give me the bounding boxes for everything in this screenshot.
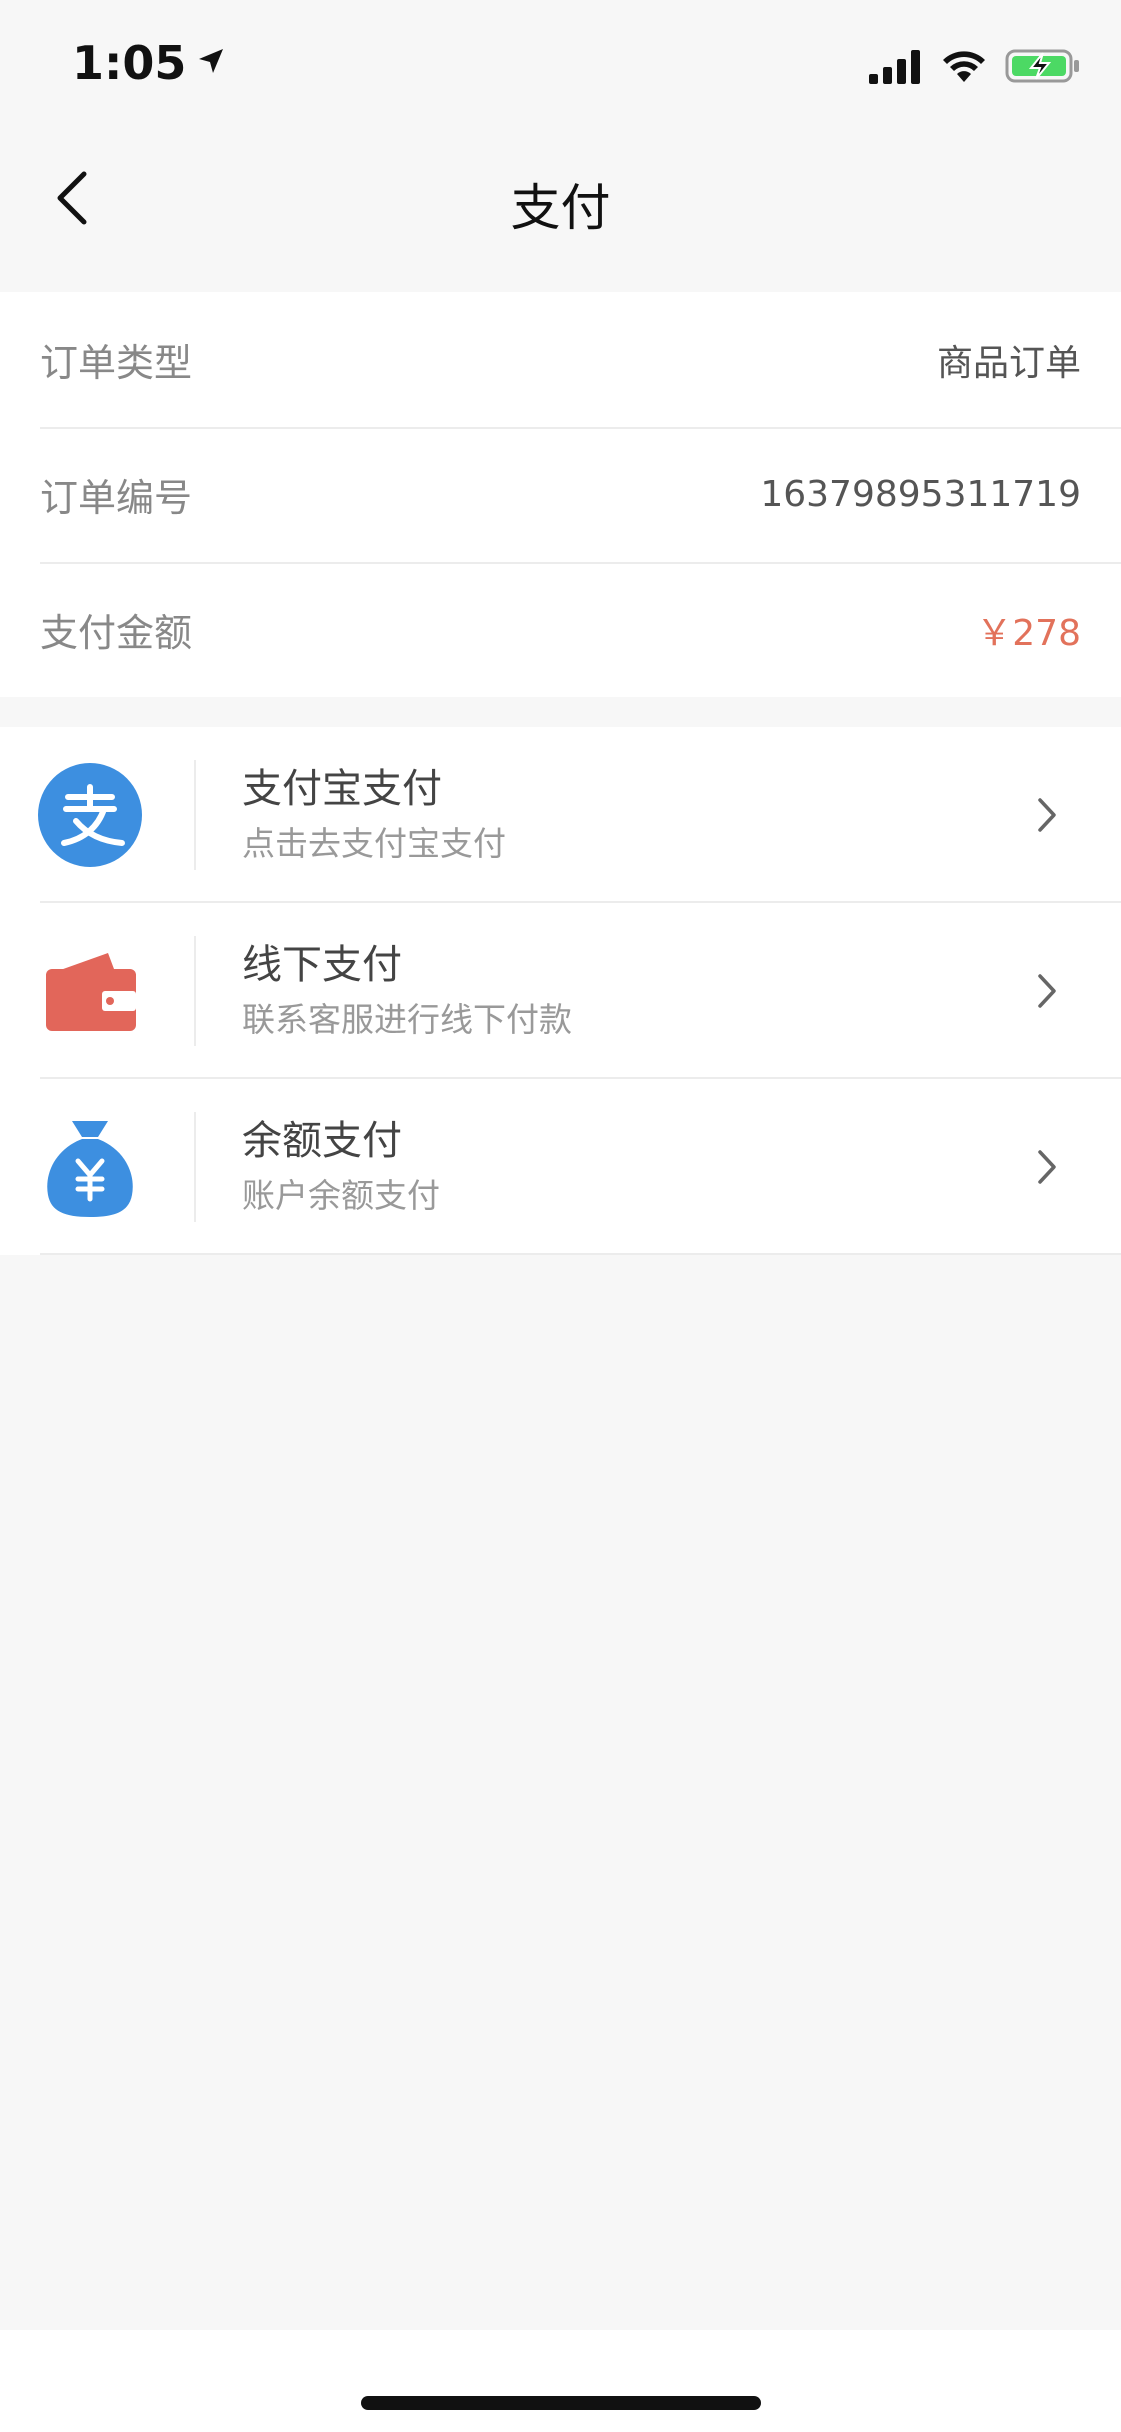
money-bag-icon <box>38 1115 142 1219</box>
chevron-right-icon <box>1035 1079 1059 1255</box>
pay-divider <box>194 1112 196 1222</box>
status-time-group: 1:05 <box>72 36 226 90</box>
location-arrow-icon <box>196 46 226 80</box>
pay-divider <box>194 760 196 870</box>
pay-subtitle: 账户余额支付 <box>242 1176 440 1215</box>
payment-amount-row: 支付金额 ￥278 <box>0 562 1121 697</box>
order-number-row: 订单编号 16379895311719 <box>0 427 1121 562</box>
order-number-label: 订单编号 <box>40 476 193 520</box>
battery-charging-icon <box>1005 47 1081 89</box>
status-bar: 1:05 <box>0 0 1121 140</box>
pay-text: 线下支付 联系客服进行线下付款 <box>242 937 572 1045</box>
order-type-row: 订单类型 商品订单 <box>0 292 1121 427</box>
wallet-icon <box>38 939 142 1043</box>
payment-method-balance[interactable]: 余额支付 账户余额支付 <box>0 1079 1121 1255</box>
pay-title: 支付宝支付 <box>242 766 442 812</box>
status-time: 1:05 <box>72 36 187 90</box>
chevron-right-icon <box>1035 903 1059 1079</box>
pay-title: 线下支付 <box>242 942 402 988</box>
wifi-icon <box>941 48 987 88</box>
pay-subtitle: 联系客服进行线下付款 <box>242 1000 572 1039</box>
payment-amount-value: ￥278 <box>976 612 1081 654</box>
order-type-value: 商品订单 <box>936 342 1081 384</box>
payment-method-offline[interactable]: 线下支付 联系客服进行线下付款 <box>0 903 1121 1079</box>
payment-methods-card: 支付宝支付 点击去支付宝支付 线下支付 联系客服进行线下付款 余额支付 账户余额… <box>0 727 1121 1255</box>
pay-title: 余额支付 <box>242 1118 402 1164</box>
order-number-value: 16379895311719 <box>760 474 1081 515</box>
home-indicator[interactable] <box>361 2396 761 2410</box>
order-type-label: 订单类型 <box>40 341 193 385</box>
alipay-icon <box>38 763 142 867</box>
pay-divider <box>194 936 196 1046</box>
home-indicator-area <box>0 2330 1121 2432</box>
status-icons <box>869 48 1081 88</box>
nav-bar: 支付 <box>0 140 1121 292</box>
chevron-right-icon <box>1035 727 1059 903</box>
pay-subtitle: 点击去支付宝支付 <box>242 824 506 863</box>
order-info-card: 订单类型 商品订单 订单编号 16379895311719 支付金额 ￥278 <box>0 292 1121 697</box>
payment-amount-label: 支付金额 <box>40 611 193 655</box>
pay-text: 支付宝支付 点击去支付宝支付 <box>242 761 506 869</box>
payment-method-alipay[interactable]: 支付宝支付 点击去支付宝支付 <box>0 727 1121 903</box>
page-title: 支付 <box>510 179 611 237</box>
signal-bars-icon <box>869 48 923 88</box>
pay-text: 余额支付 账户余额支付 <box>242 1113 440 1221</box>
